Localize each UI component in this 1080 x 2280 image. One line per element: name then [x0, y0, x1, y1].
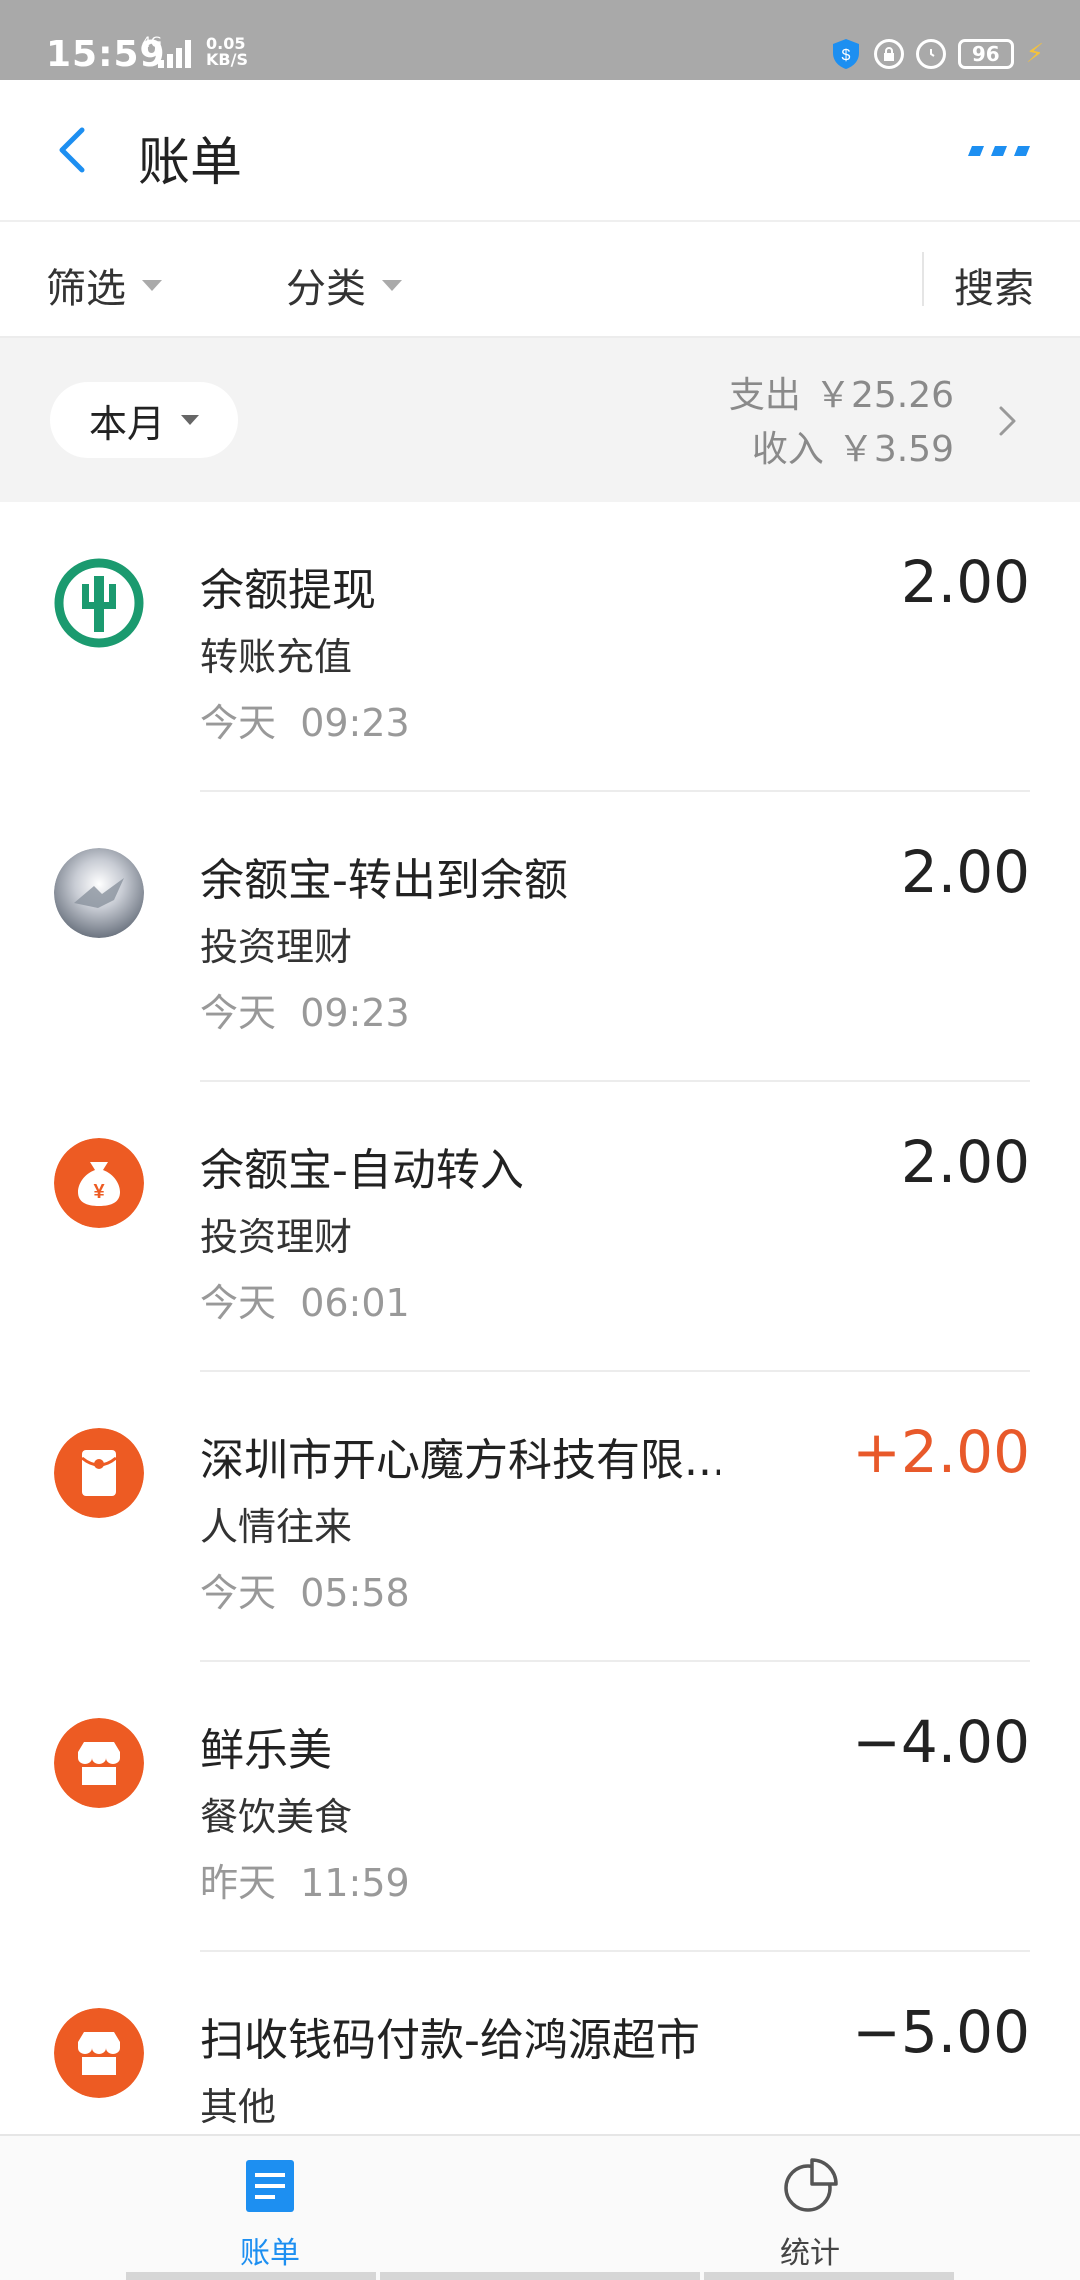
transaction-category: 人情往来 — [200, 1505, 353, 1549]
expense-label: 支出 — [728, 375, 801, 416]
transaction-row[interactable]: 鲜乐美 餐饮美食 昨天 11:59 −4.00 — [0, 1662, 1080, 1952]
divider — [922, 252, 924, 306]
filter-label: 筛选 — [46, 266, 126, 312]
caret-down-icon — [142, 279, 162, 291]
transaction-date: 今天 — [200, 701, 277, 745]
month-selector[interactable]: 本月 — [50, 382, 238, 458]
income-summary: 收入 ￥3.59 — [752, 420, 954, 472]
transaction-row[interactable]: ¥ 余额宝-自动转入 投资理财 今天 06:01 2.00 — [0, 1082, 1080, 1372]
transaction-amount: −4.00 — [852, 1708, 1030, 1776]
title-bar: 账单 — [0, 80, 1080, 222]
transaction-time: 今天 05:58 — [200, 1562, 410, 1617]
store-icon — [54, 2008, 144, 2098]
transaction-title: 余额宝-转出到余额 — [200, 855, 568, 906]
status-bar: 15:59 4G 0.05 KB/S $ 96 ⚡ — [0, 0, 1080, 80]
store-icon — [54, 1718, 144, 1808]
tab-stats[interactable]: 统计 — [730, 2156, 890, 2272]
transaction-amount: +2.00 — [852, 1418, 1030, 1486]
month-label: 本月 — [88, 401, 165, 446]
network-speed: 0.05 KB/S — [206, 36, 248, 68]
transaction-row[interactable]: 深圳市开心魔方科技有限... 人情往来 今天 05:58 +2.00 — [0, 1372, 1080, 1662]
transaction-category: 转账充值 — [200, 635, 353, 679]
transaction-date: 昨天 — [200, 1861, 277, 1905]
transaction-title: 余额宝-自动转入 — [200, 1145, 524, 1196]
transaction-row[interactable]: 余额宝-转出到余额 投资理财 今天 09:23 2.00 — [0, 792, 1080, 1082]
transaction-clock: 11:59 — [300, 1861, 410, 1905]
lock-icon — [873, 39, 904, 69]
transaction-time: 昨天 11:59 — [200, 1852, 410, 1907]
battery-icon: 96 — [957, 39, 1014, 69]
transaction-date: 今天 — [200, 991, 277, 1035]
filter-dropdown[interactable]: 筛选 — [46, 256, 162, 314]
transaction-amount: −5.00 — [852, 1998, 1030, 2066]
tab-bill[interactable]: 账单 — [190, 2156, 350, 2272]
transaction-time: 今天 09:23 — [200, 982, 410, 1037]
income-value: ￥3.59 — [837, 429, 954, 470]
transaction-amount: 2.00 — [900, 838, 1030, 906]
nav-strip — [380, 2272, 700, 2280]
transaction-title: 鲜乐美 — [200, 1725, 332, 1776]
transaction-date: 今天 — [200, 1571, 277, 1615]
transaction-amount: 2.00 — [900, 548, 1030, 616]
charging-icon: ⚡ — [1025, 39, 1044, 69]
pie-chart-icon — [784, 2158, 838, 2212]
tab-stats-label: 统计 — [780, 2236, 840, 2271]
expense-value: ￥25.26 — [814, 375, 954, 416]
transaction-date: 今天 — [200, 1281, 277, 1325]
bill-list-icon — [246, 2160, 294, 2212]
transaction-clock: 09:23 — [300, 991, 410, 1035]
category-label: 分类 — [286, 266, 366, 312]
caret-down-icon — [382, 279, 402, 291]
income-label: 收入 — [751, 429, 824, 470]
back-icon[interactable] — [48, 124, 100, 176]
transaction-time: 今天 06:01 — [200, 1272, 410, 1327]
tab-bill-label: 账单 — [240, 2236, 300, 2271]
transaction-row[interactable]: 余额提现 转账充值 今天 09:23 2.00 — [0, 502, 1080, 792]
transaction-category: 其他 — [200, 2085, 277, 2129]
alarm-icon — [915, 39, 946, 69]
network-speed-unit: KB/S — [206, 50, 248, 69]
transaction-clock: 09:23 — [300, 701, 410, 745]
chevron-right-icon[interactable] — [990, 404, 1024, 438]
status-icons: $ 96 ⚡ — [830, 36, 1044, 72]
transaction-title: 余额提现 — [200, 565, 376, 616]
page-title: 账单 — [138, 133, 243, 193]
transaction-category: 投资理财 — [200, 925, 353, 969]
month-summary[interactable]: 本月 支出 ￥25.26 收入 ￥3.59 — [0, 336, 1080, 502]
transaction-clock: 06:01 — [300, 1281, 410, 1325]
category-dropdown[interactable]: 分类 — [286, 256, 402, 314]
transaction-list: 余额提现 转账充值 今天 09:23 2.00 余额宝-转出到余额 投资理财 今… — [0, 502, 1080, 2242]
transaction-time: 今天 09:23 — [200, 692, 410, 747]
transaction-title: 扫收钱码付款-给鸿源超市 — [200, 2015, 700, 2066]
avatar-photo — [54, 848, 144, 938]
search-button[interactable]: 搜索 — [954, 256, 1034, 314]
svg-text:¥: ¥ — [93, 1181, 105, 1203]
nav-strip — [704, 2272, 954, 2280]
expense-summary: 支出 ￥25.26 — [729, 366, 954, 418]
money-bag-icon: ¥ — [54, 1138, 144, 1228]
red-envelope-icon — [54, 1428, 144, 1518]
transaction-amount: 2.00 — [900, 1128, 1030, 1196]
transaction-title: 深圳市开心魔方科技有限... — [200, 1435, 720, 1486]
more-icon[interactable] — [968, 144, 1030, 158]
nav-strip — [126, 2272, 376, 2280]
security-shield-icon: $ — [832, 39, 859, 69]
filter-bar: 筛选 分类 搜索 — [0, 222, 1080, 336]
signal-icon — [158, 40, 194, 68]
transaction-category: 投资理财 — [200, 1215, 353, 1259]
svg-text:$: $ — [841, 47, 850, 64]
app-screen: 15:59 4G 0.05 KB/S $ 96 ⚡ 账单 筛选 分类 搜索 本月… — [0, 0, 1080, 2280]
transaction-category: 餐饮美食 — [200, 1795, 353, 1839]
bank-logo-icon — [54, 558, 144, 648]
caret-down-icon — [181, 415, 199, 425]
transaction-clock: 05:58 — [300, 1571, 410, 1615]
bottom-tab-bar: 账单 统计 — [0, 2134, 1080, 2280]
